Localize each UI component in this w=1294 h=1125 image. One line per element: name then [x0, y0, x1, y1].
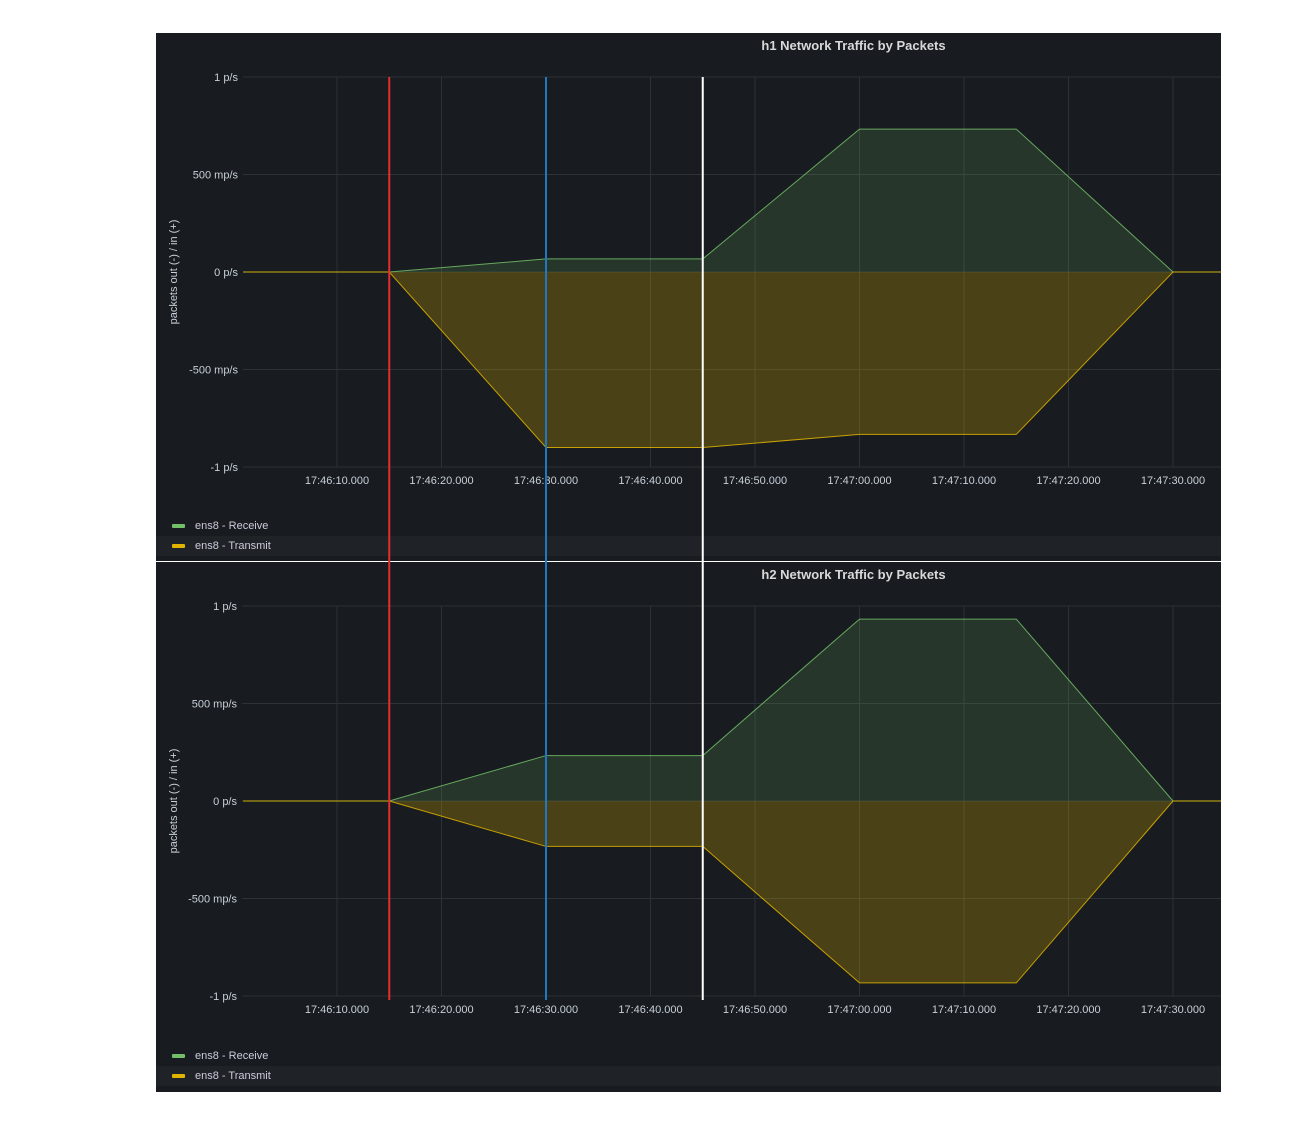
legend-item-receive[interactable]: ens8 - Receive	[156, 1046, 1221, 1066]
y-axis-label: packets out (-) / in (+)	[168, 220, 180, 325]
receive-series-area	[242, 619, 1221, 801]
h1-traffic-panel: h1 Network Traffic by Packets 1 p/s 500 m…	[156, 33, 1221, 561]
x-tick-label: 17:47:10.000	[932, 1004, 996, 1016]
legend-item-receive[interactable]: ens8 - Receive	[156, 516, 1221, 536]
y-tick-label: -500 mp/s	[189, 365, 238, 377]
h2-traffic-chart: 1 p/s 500 mp/s 0 p/s -500 mp/s -1 p/s 17:46:1…	[168, 601, 1221, 1016]
legend-label: ens8 - Receive	[195, 1050, 269, 1062]
y-tick-label: 0 p/s	[214, 267, 238, 279]
legend-label: ens8 - Transmit	[195, 1070, 271, 1082]
legend-label: ens8 - Transmit	[195, 540, 271, 552]
h1-traffic-chart: 1 p/s 500 mp/s 0 p/s -500 mp/s -1 p/s 17:46:1…	[168, 72, 1221, 487]
x-tick-label: 17:46:50.000	[723, 475, 787, 487]
x-tick-label: 17:47:30.000	[1141, 1004, 1205, 1016]
y-tick-label: 1 p/s	[213, 601, 237, 613]
x-tick-label: 17:46:30.000	[514, 1004, 578, 1016]
legend: ens8 - Receive ens8 - Transmit	[156, 1046, 1221, 1086]
y-tick-label: -1 p/s	[209, 991, 237, 1003]
x-tick-label: 17:47:00.000	[827, 1004, 891, 1016]
h2-traffic-panel: h2 Network Traffic by Packets 1 p/s 500 m…	[156, 562, 1221, 1092]
x-tick-label: 17:47:10.000	[932, 475, 996, 487]
x-tick-label: 17:46:20.000	[409, 475, 473, 487]
y-tick-label: 0 p/s	[213, 796, 237, 808]
transmit-swatch-icon	[172, 1074, 185, 1078]
legend: ens8 - Receive ens8 - Transmit	[156, 516, 1221, 556]
x-tick-label: 17:47:30.000	[1141, 475, 1205, 487]
x-tick-label: 17:46:40.000	[618, 1004, 682, 1016]
x-tick-label: 17:46:10.000	[305, 475, 369, 487]
legend-item-transmit[interactable]: ens8 - Transmit	[156, 536, 1221, 556]
y-tick-label: 500 mp/s	[192, 699, 238, 711]
y-tick-label: -500 mp/s	[188, 894, 237, 906]
x-tick-label: 17:47:20.000	[1036, 1004, 1100, 1016]
x-tick-label: 17:47:00.000	[827, 475, 891, 487]
transmit-series-area	[243, 272, 1221, 448]
y-tick-label: 1 p/s	[214, 72, 238, 84]
x-tick-label: 17:46:50.000	[723, 1004, 787, 1016]
x-tick-label: 17:46:40.000	[618, 475, 682, 487]
x-tick-label: 17:46:10.000	[305, 1004, 369, 1016]
receive-swatch-icon	[172, 524, 185, 528]
x-tick-label: 17:47:20.000	[1036, 475, 1100, 487]
y-axis-label: packets out (-) / in (+)	[168, 749, 180, 854]
y-tick-label: -1 p/s	[210, 462, 238, 474]
receive-swatch-icon	[172, 1054, 185, 1058]
y-tick-label: 500 mp/s	[193, 170, 239, 182]
transmit-swatch-icon	[172, 544, 185, 548]
x-tick-label: 17:46:20.000	[409, 1004, 473, 1016]
transmit-series-area	[242, 801, 1221, 983]
x-tick-label: 17:46:30.000	[514, 475, 578, 487]
receive-series-area	[243, 129, 1221, 272]
legend-item-transmit[interactable]: ens8 - Transmit	[156, 1066, 1221, 1086]
legend-label: ens8 - Receive	[195, 520, 269, 532]
